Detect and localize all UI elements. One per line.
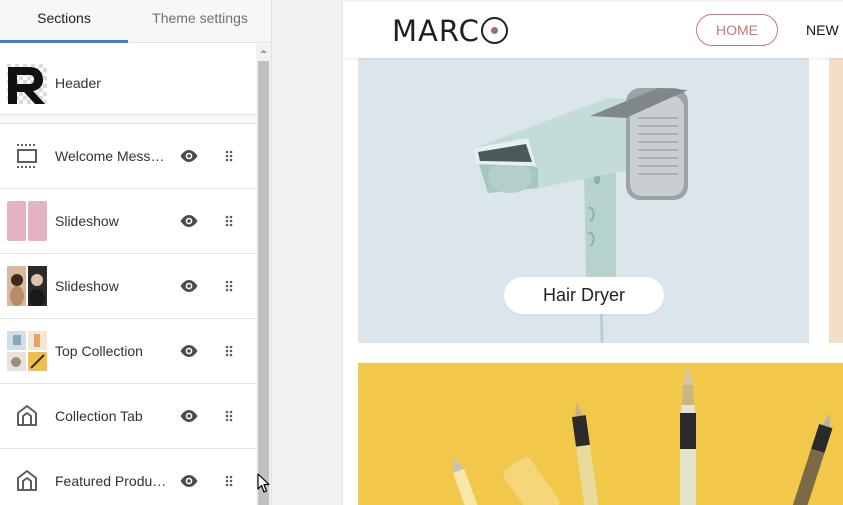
section-label: Slideshow: [55, 213, 119, 229]
section-item-top-collection[interactable]: Top Collection: [0, 319, 256, 384]
section-item-slideshow[interactable]: Slideshow: [0, 254, 256, 319]
tab-theme-settings[interactable]: Theme settings: [128, 0, 271, 43]
visibility-eye-icon[interactable]: [179, 148, 199, 164]
section-label: Welcome Message: [55, 148, 169, 164]
section-item-collection-tab[interactable]: Collection Tab: [0, 384, 256, 449]
section-label: Top Collection: [55, 343, 143, 359]
header-thumbnail: [7, 64, 47, 104]
drag-handle-icon[interactable]: [224, 408, 234, 424]
fountain-pens-image: [358, 363, 843, 505]
slideshow-slide-hair-dryer[interactable]: Hair Dryer: [358, 58, 809, 344]
section-label: Header: [55, 75, 101, 91]
visibility-eye-icon[interactable]: [179, 213, 199, 229]
section-item-featured-products[interactable]: Featured Products: [0, 449, 256, 505]
store-preview: MARC HOME NEW IN: [342, 2, 843, 505]
section-label: Slideshow: [55, 278, 119, 294]
nav-new-in-link[interactable]: NEW IN: [806, 14, 843, 46]
editor-sidebar: Sections Theme settings Header Welcome M…: [0, 0, 272, 505]
slideshow-thumbnail: [7, 201, 47, 241]
section-list: Header Welcome Message Slideshow Slidesh…: [0, 44, 256, 505]
scroll-up-arrow-icon[interactable]: [256, 44, 271, 59]
visibility-eye-icon[interactable]: [179, 343, 199, 359]
slideshow-thumbnail: [7, 266, 47, 306]
visibility-eye-icon[interactable]: [179, 408, 199, 424]
mouse-pointer-icon: [257, 473, 270, 493]
drag-handle-icon[interactable]: [224, 473, 234, 489]
section-divider: [0, 115, 256, 124]
section-item-header[interactable]: Header: [0, 52, 256, 115]
nav-home-link[interactable]: HOME: [696, 14, 778, 46]
section-label: Featured Products: [55, 473, 169, 489]
section-item-welcome-message[interactable]: Welcome Message: [0, 124, 256, 189]
store-icon: [17, 470, 37, 491]
drag-handle-icon[interactable]: [224, 278, 234, 294]
scrollbar-thumb[interactable]: [258, 61, 269, 505]
store-header: MARC HOME NEW IN: [343, 2, 843, 58]
section-label: Collection Tab: [55, 408, 143, 424]
tab-sections[interactable]: Sections: [0, 0, 128, 43]
store-icon: [17, 405, 37, 426]
logo-o-mark: [480, 17, 508, 44]
section-item-slideshow[interactable]: Slideshow: [0, 189, 256, 254]
visibility-eye-icon[interactable]: [179, 278, 199, 294]
next-slide-peek: [829, 58, 843, 343]
sidebar-tabs: Sections Theme settings: [0, 0, 271, 43]
sidebar-scrollbar[interactable]: [256, 44, 271, 505]
logo-text: MARC: [392, 14, 480, 48]
drag-handle-icon[interactable]: [224, 148, 234, 164]
drag-handle-icon[interactable]: [224, 343, 234, 359]
drag-handle-icon[interactable]: [224, 213, 234, 229]
slide-caption-button[interactable]: Hair Dryer: [504, 277, 664, 314]
announcement-bar-icon: [17, 144, 37, 168]
promo-banner-pens[interactable]: [358, 363, 843, 505]
store-logo[interactable]: MARC: [392, 14, 508, 48]
visibility-eye-icon[interactable]: [179, 473, 199, 489]
active-tab-indicator: [0, 40, 128, 43]
collection-grid-thumbnail: [7, 331, 47, 371]
